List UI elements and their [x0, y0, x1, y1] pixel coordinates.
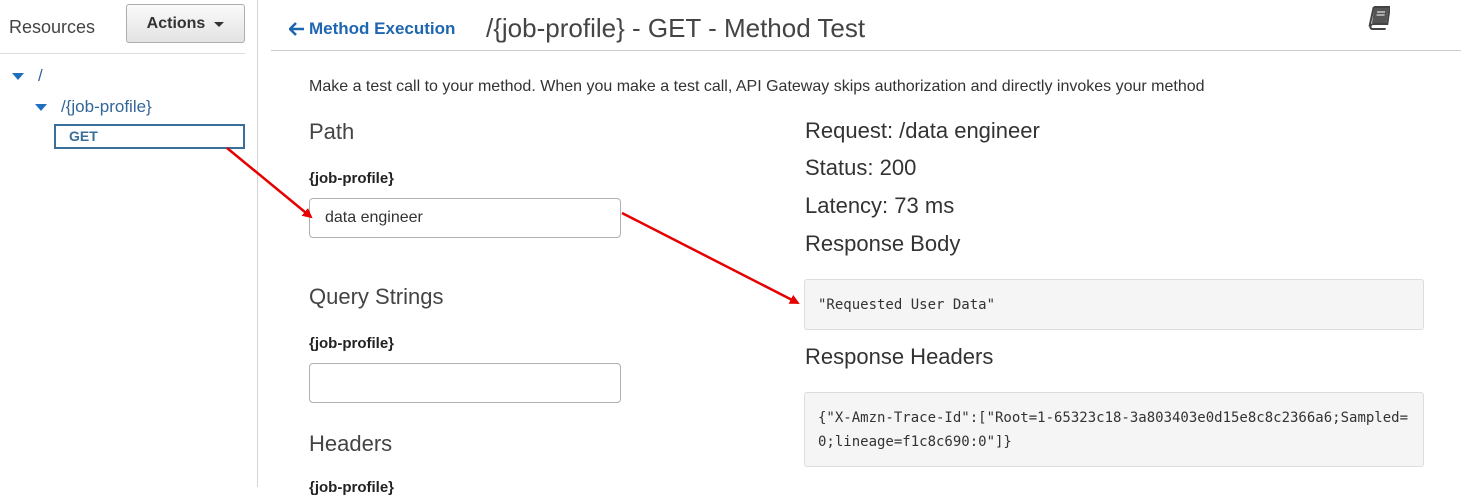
actions-button-label: Actions	[146, 14, 206, 32]
response-headers-heading: Response Headers	[805, 344, 994, 369]
tree-item-root[interactable]: /	[12, 66, 43, 86]
resources-panel: Resources Actions / /{job-profile} GET	[0, 0, 258, 487]
intro-text: Make a test call to your method. When yo…	[309, 78, 1205, 95]
path-job-profile-label: {job-profile}	[309, 170, 394, 187]
method-execution-link[interactable]: Method Execution	[289, 19, 455, 39]
caret-down-icon[interactable]	[12, 72, 24, 80]
latency-line: Latency: 73 ms	[805, 193, 955, 218]
tree-item-job-profile[interactable]: /{job-profile}	[35, 97, 152, 117]
response-body-heading: Response Body	[805, 231, 961, 256]
header-divider	[271, 50, 1461, 51]
query-strings-heading: Query Strings	[309, 284, 444, 309]
page-title: /{job-profile} - GET - Method Test	[486, 13, 866, 43]
request-line: Request: /data engineer	[805, 118, 1040, 143]
tree-item-root-label: /	[38, 66, 43, 85]
chevron-down-icon	[214, 22, 225, 27]
tree-item-get-method[interactable]: GET	[54, 124, 245, 149]
response-headers-box[interactable]: {"X-Amzn-Trace-Id":["Root=1-65323c18-3a8…	[804, 392, 1424, 467]
response-body-box[interactable]: "Requested User Data"	[804, 279, 1424, 330]
book-icon[interactable]	[1364, 5, 1390, 31]
divider	[0, 53, 245, 54]
tree-item-job-profile-label: /{job-profile}	[61, 97, 152, 116]
headers-job-profile-label: {job-profile}	[309, 479, 394, 496]
caret-down-icon[interactable]	[35, 103, 47, 111]
actions-button[interactable]: Actions	[126, 4, 245, 43]
status-line: Status: 200	[805, 155, 917, 180]
method-execution-link-label: Method Execution	[309, 19, 456, 38]
headers-heading: Headers	[309, 431, 393, 456]
annotation-arrow-to-response-body	[621, 211, 800, 305]
path-job-profile-input[interactable]	[309, 198, 621, 238]
query-job-profile-label: {job-profile}	[309, 335, 394, 352]
path-heading: Path	[309, 119, 355, 144]
query-job-profile-input[interactable]	[309, 363, 621, 403]
resources-title: Resources	[9, 17, 96, 37]
arrow-left-icon	[289, 22, 304, 36]
